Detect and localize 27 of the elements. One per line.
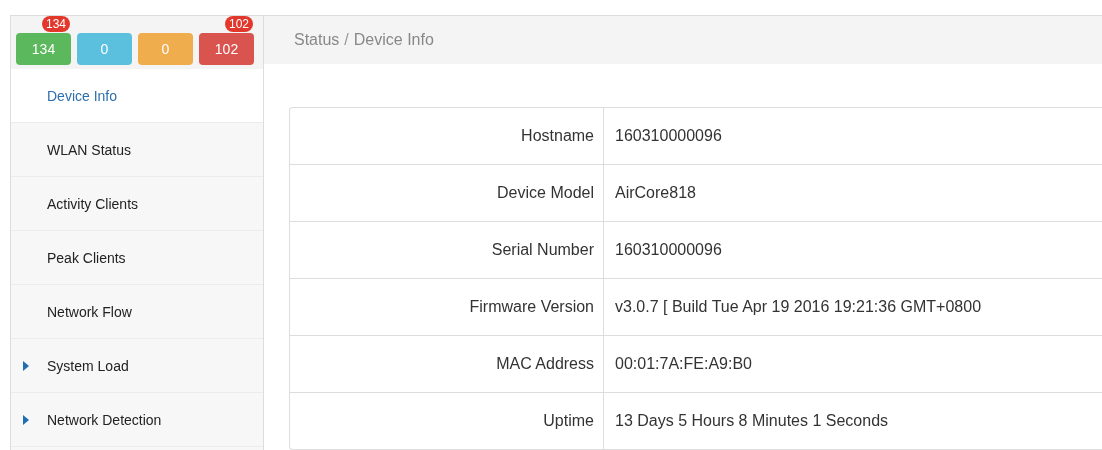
field-value: AirCore818 — [614, 183, 696, 203]
field-value: 160310000096 — [614, 240, 722, 260]
sidebar-item[interactable]: Activity Clients — [11, 177, 263, 231]
breadcrumb-item: Device Info — [353, 31, 434, 49]
count-badge: 134 — [41, 16, 70, 32]
sidebar-item[interactable]: Network Detection — [11, 393, 263, 447]
caret-icon — [23, 361, 29, 371]
sidebar-item[interactable]: WLAN Status — [11, 123, 263, 177]
field-label: Uptime — [290, 393, 604, 449]
field-value: 13 Days 5 Hours 8 Minutes 1 Seconds — [614, 411, 889, 431]
field-label: Hostname — [290, 108, 604, 164]
breadcrumb-separator: / — [344, 31, 349, 49]
sidebar-item[interactable]: Network Flow — [11, 285, 263, 339]
field-label: MAC Address — [290, 336, 604, 392]
sidebar-item[interactable]: Device Info — [11, 69, 263, 123]
caret-icon — [23, 415, 29, 425]
field-value: 00:01:7A:FE:A9:B0 — [614, 354, 752, 374]
field-value: v3.0.7 [ Build Tue Apr 19 2016 19:21:36 GMT+0800 — [614, 297, 982, 317]
sidebar-item[interactable]: System Load — [11, 339, 263, 393]
field-label: Device Model — [290, 165, 604, 221]
field-label: Firmware Version — [290, 279, 604, 335]
counter-button[interactable]: 102 — [199, 33, 254, 65]
breadcrumb-item: Status — [294, 31, 340, 49]
sidebar-item[interactable]: Peak Clients — [11, 231, 263, 285]
count-badge: 102 — [224, 16, 253, 32]
field-label: Serial Number — [290, 222, 604, 278]
field-value: 160310000096 — [614, 126, 722, 146]
